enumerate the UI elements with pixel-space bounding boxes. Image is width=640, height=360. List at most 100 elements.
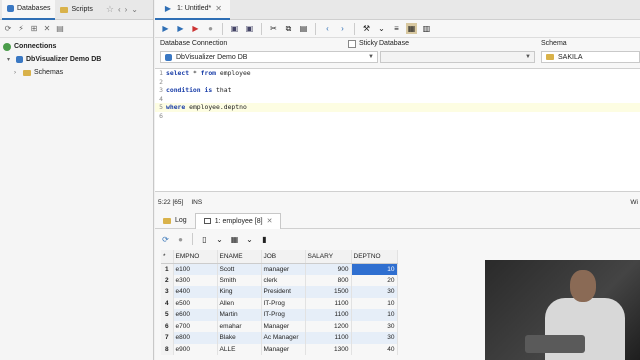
column-header[interactable]: ENAME	[217, 250, 262, 264]
scripts-icon	[60, 6, 69, 13]
layout-alt-icon[interactable]: ▥	[421, 23, 432, 34]
layout-icon[interactable]: ▦	[406, 23, 417, 34]
paste-icon[interactable]: ▤	[298, 23, 309, 34]
forward-icon[interactable]: ›	[125, 5, 128, 14]
chevron-right-icon[interactable]: ›	[14, 70, 20, 76]
navigator-tabs: Databases Scripts ☆ ‹ › ⌄	[0, 0, 153, 20]
collapse-icon[interactable]: ✕	[42, 24, 52, 34]
column-header[interactable]: EMPNO	[173, 250, 218, 264]
db-connection-label: Database Connection	[160, 40, 228, 47]
log-icon	[163, 217, 171, 224]
copy-icon[interactable]: ⧉	[283, 23, 294, 34]
chevron-down-icon[interactable]: ⌄	[214, 234, 225, 245]
separator	[315, 22, 316, 35]
undo-icon[interactable]: ‹	[322, 23, 333, 34]
close-icon[interactable]: ✕	[215, 4, 222, 13]
table-row[interactable]: 7 e800 Blake Ac Manager 1100 30	[161, 332, 398, 344]
execute-buffer-icon[interactable]: ▶	[190, 23, 201, 34]
format-icon[interactable]: ≡	[391, 23, 402, 34]
database-label: Database	[379, 40, 409, 47]
row-header: *	[161, 250, 174, 264]
chevron-down-icon: ▼	[368, 54, 374, 60]
cursor-position: 5:22 [65]	[158, 198, 184, 206]
status-right: Wi	[630, 198, 638, 206]
chevron-down-icon[interactable]: ▾	[7, 56, 13, 63]
editor-line-current: 5 where employee.deptno	[155, 103, 640, 112]
refresh-icon[interactable]: ⟳	[160, 234, 171, 245]
result-tabs: Log 1: employee [8] ✕	[155, 212, 640, 229]
database-select[interactable]: ▼	[380, 51, 535, 63]
separator	[354, 22, 355, 35]
presenter-head	[570, 270, 596, 302]
column-header[interactable]: DEPTNO	[351, 250, 398, 264]
tree-item-schemas[interactable]: › Schemas	[0, 66, 153, 79]
favorite-star-icon[interactable]: ☆	[106, 4, 114, 15]
cut-icon[interactable]: ✂	[268, 23, 279, 34]
chevron-down-icon[interactable]: ⌄	[244, 234, 255, 245]
editor-line: 3 condition is that	[159, 86, 232, 95]
chevron-down-icon: ▼	[525, 54, 531, 60]
filter-icon[interactable]: ▤	[55, 24, 65, 34]
tree-item-demo-db[interactable]: ▾ DbVisualizer Demo DB	[0, 53, 153, 66]
add-icon[interactable]: ⊞	[29, 24, 39, 34]
sql-editor[interactable]: 1 select * from employee 2 3 condition i…	[155, 68, 640, 192]
chevron-down-icon[interactable]: ⌄	[131, 5, 138, 14]
tab-log[interactable]: Log	[155, 213, 195, 229]
refresh-icon[interactable]: ⟳	[3, 24, 13, 34]
editor-status-bar: 5:22 [65] INS Wi	[155, 196, 640, 208]
separator	[192, 233, 193, 245]
delete-icon[interactable]: ▮	[259, 234, 270, 245]
navigator-toolbar: ⟳ ⚡ ⊞ ✕ ▤	[0, 20, 153, 38]
tree-item-connections[interactable]: Connections	[0, 40, 153, 53]
chevron-down-icon[interactable]: ⌄	[376, 23, 387, 34]
connections-icon	[3, 42, 11, 51]
keyword: select	[166, 69, 190, 77]
table-row[interactable]: 4 e500 Allen IT-Prog 1100 10	[161, 297, 398, 309]
tab-result-employee[interactable]: 1: employee [8] ✕	[194, 212, 282, 229]
database-icon	[7, 5, 14, 12]
table-row[interactable]: 3 e400 King President 1500 30	[161, 286, 398, 298]
tab-untitled[interactable]: ▶ 1: Untitled* ✕	[155, 0, 230, 20]
editor-line: 6	[159, 111, 163, 120]
stop-icon[interactable]: ●	[175, 234, 186, 245]
schema-label: Schema	[541, 40, 567, 47]
connection-labels: Database Connection Sticky Database Sche…	[155, 38, 640, 50]
execute-current-icon[interactable]: ▶	[175, 23, 186, 34]
save-as-icon[interactable]: ▣	[244, 23, 255, 34]
result-grid[interactable]: * EMPNO ENAME JOB SALARY DEPTNO 1 e100 S…	[161, 250, 398, 355]
sticky-checkbox[interactable]	[348, 40, 356, 48]
table-row[interactable]: 6 e700 emahar Manager 1200 30	[161, 320, 398, 332]
keyword: where	[166, 103, 186, 112]
grid-icon	[203, 218, 211, 224]
column-header[interactable]: JOB	[261, 250, 306, 264]
column-header[interactable]: SALARY	[305, 250, 352, 264]
redo-icon[interactable]: ›	[337, 23, 348, 34]
editor-line: 4	[159, 94, 163, 103]
schema-icon	[546, 54, 554, 60]
save-icon[interactable]: ▣	[229, 23, 240, 34]
editor-toolbar: ▶ ▶ ▶ ● ▣ ▣ ✂ ⧉ ▤ ‹ › ⚒ ⌄ ≡ ▦ ▥	[155, 20, 640, 38]
table-row[interactable]: 8 e900 ALLE Manager 1300 40	[161, 343, 398, 355]
sticky-label: Sticky	[359, 40, 378, 47]
export-icon[interactable]: ▯	[199, 234, 210, 245]
table-row[interactable]: 1 e100 Scott manager 900 10	[161, 263, 398, 275]
table-row[interactable]: 2 e300 Smith clerk 800 20	[161, 274, 398, 286]
connect-icon[interactable]: ⚡	[16, 24, 26, 34]
separator	[261, 22, 262, 35]
execute-icon[interactable]: ▶	[160, 23, 171, 34]
tab-databases[interactable]: Databases	[2, 0, 56, 20]
stop-icon[interactable]: ●	[205, 23, 216, 34]
selected-cell[interactable]: 10	[351, 263, 398, 275]
db-connection-select[interactable]: DbVisualizer Demo DB ▼	[160, 51, 378, 63]
editor-line: 1 select * from employee	[159, 69, 251, 77]
connections-tree: Connections ▾ DbVisualizer Demo DB › Sch…	[0, 38, 153, 81]
tab-scripts[interactable]: Scripts	[55, 0, 97, 20]
sql-file-icon: ▶	[164, 4, 172, 13]
editor-line: 2	[159, 77, 163, 86]
back-icon[interactable]: ‹	[118, 5, 121, 14]
grid-view-icon[interactable]: ▦	[229, 234, 240, 245]
table-row[interactable]: 5 e600 Martin IT-Prog 1100 10	[161, 309, 398, 321]
schema-select[interactable]: SAKILA	[541, 51, 640, 63]
close-icon[interactable]: ✕	[267, 217, 273, 225]
tools-icon[interactable]: ⚒	[361, 23, 372, 34]
